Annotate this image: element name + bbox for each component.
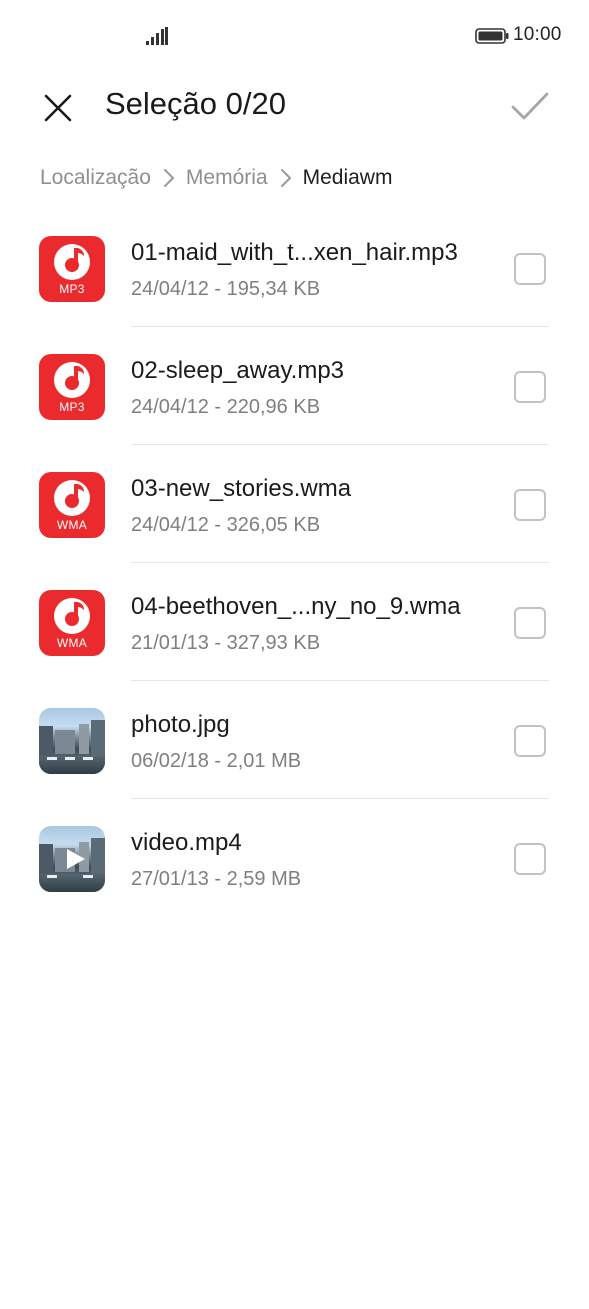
- breadcrumb-item-location[interactable]: Localização: [40, 166, 151, 190]
- audio-file-icon: MP3: [39, 236, 105, 302]
- chevron-right-icon: [163, 169, 174, 187]
- music-note-icon: [54, 598, 90, 634]
- file-meta: 24/04/12 - 220,96 KB: [131, 396, 321, 418]
- music-note-icon: [54, 362, 90, 398]
- file-name: 03-new_stories.wma: [131, 475, 352, 502]
- file-name: 02-sleep_away.mp3: [131, 357, 345, 384]
- breadcrumb: Localização Memória Mediawm: [40, 166, 392, 190]
- select-checkbox[interactable]: [514, 489, 546, 521]
- file-name: 04-beethoven_...ny_no_9.wma: [131, 593, 461, 620]
- select-checkbox[interactable]: [514, 371, 546, 403]
- signal-icon: [146, 27, 168, 45]
- status-time: 10:00: [513, 24, 562, 45]
- file-name: video.mp4: [131, 829, 242, 856]
- select-checkbox[interactable]: [514, 253, 546, 285]
- image-thumbnail: [39, 708, 105, 774]
- file-name: photo.jpg: [131, 711, 230, 738]
- page-title: Seleção 0/20: [105, 86, 286, 121]
- select-checkbox[interactable]: [514, 607, 546, 639]
- file-meta: 27/01/13 - 2,59 MB: [131, 868, 302, 890]
- file-extension-label: WMA: [56, 518, 88, 532]
- status-bar: 10:00: [0, 0, 589, 72]
- music-note-icon: [54, 244, 90, 280]
- list-item[interactable]: MP3 01-maid_with_t...xen_hair.mp3 24/04/…: [0, 209, 589, 327]
- play-icon: [67, 849, 85, 869]
- breadcrumb-item-memory[interactable]: Memória: [186, 166, 268, 190]
- check-icon: [511, 92, 549, 120]
- breadcrumb-item-current: Mediawm: [302, 166, 393, 189]
- file-extension-label: MP3: [59, 282, 85, 296]
- selection-header: Seleção 0/20: [0, 72, 589, 142]
- confirm-button[interactable]: [506, 84, 554, 128]
- audio-file-icon: WMA: [39, 590, 105, 656]
- audio-file-icon: MP3: [39, 354, 105, 420]
- chevron-right-icon: [280, 169, 291, 187]
- close-button[interactable]: [36, 86, 80, 130]
- close-icon: [44, 94, 72, 122]
- select-checkbox[interactable]: [514, 725, 546, 757]
- file-extension-label: MP3: [59, 400, 85, 414]
- list-item[interactable]: video.mp4 27/01/13 - 2,59 MB: [0, 799, 589, 917]
- file-meta: 06/02/18 - 2,01 MB: [131, 750, 302, 772]
- list-item[interactable]: WMA 03-new_stories.wma 24/04/12 - 326,05…: [0, 445, 589, 563]
- file-meta: 24/04/12 - 195,34 KB: [131, 278, 321, 300]
- file-meta: 24/04/12 - 326,05 KB: [131, 514, 321, 536]
- file-name: 01-maid_with_t...xen_hair.mp3: [131, 239, 458, 266]
- file-list: MP3 01-maid_with_t...xen_hair.mp3 24/04/…: [0, 209, 589, 917]
- file-meta: 21/01/13 - 327,93 KB: [131, 632, 321, 654]
- music-note-icon: [54, 480, 90, 516]
- list-item[interactable]: WMA 04-beethoven_...ny_no_9.wma 21/01/13…: [0, 563, 589, 681]
- audio-file-icon: WMA: [39, 472, 105, 538]
- list-item[interactable]: photo.jpg 06/02/18 - 2,01 MB: [0, 681, 589, 799]
- battery-icon: [475, 28, 509, 44]
- list-item[interactable]: MP3 02-sleep_away.mp3 24/04/12 - 220,96 …: [0, 327, 589, 445]
- file-extension-label: WMA: [56, 636, 88, 650]
- select-checkbox[interactable]: [514, 843, 546, 875]
- video-thumbnail: [39, 826, 105, 892]
